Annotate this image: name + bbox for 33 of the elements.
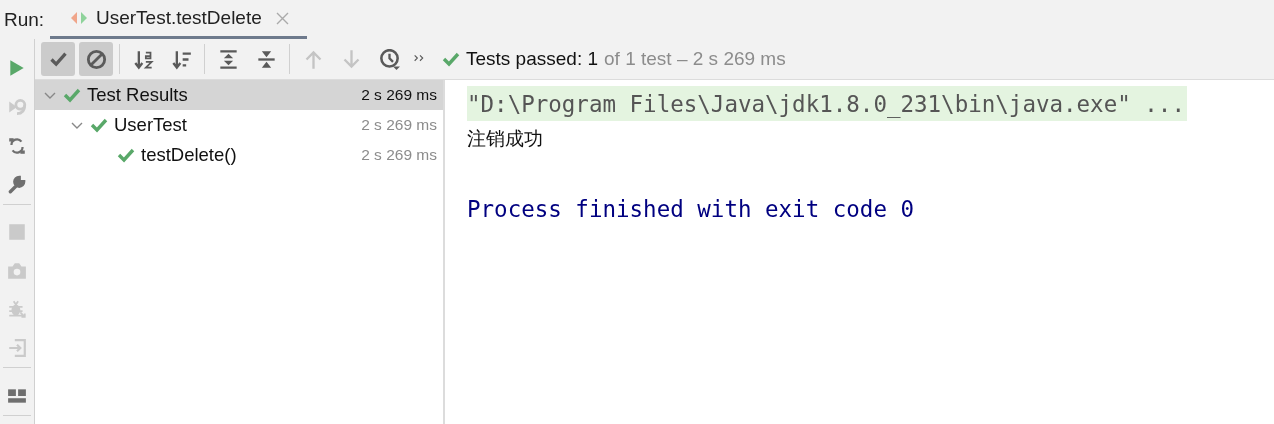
collapse-all-icon	[255, 48, 277, 70]
expand-all-icon	[217, 48, 239, 70]
checkmark-button[interactable]	[41, 42, 75, 76]
test-summary-text: of 1 test – 2 s 269 ms	[604, 48, 786, 70]
stop-icon	[7, 222, 27, 242]
tests-passed-text: Tests passed: 1	[466, 48, 599, 70]
tree-row[interactable]: UserTest 2 s 269 ms	[35, 110, 443, 140]
passed-check-icon	[90, 117, 108, 133]
tree-row[interactable]: Test Results 2 s 269 ms	[35, 80, 443, 110]
camera-icon	[7, 260, 27, 281]
sort-icon	[170, 48, 192, 70]
exit-message: Process finished with exit code 0	[467, 194, 916, 224]
bug-icon	[7, 299, 27, 320]
output-line: 注销成功	[467, 125, 544, 151]
passed-check-icon	[117, 147, 135, 163]
tree-row[interactable]: testDelete() 2 s 269 ms	[35, 140, 443, 170]
run-label: Run:	[3, 7, 46, 32]
rerun-failed-icon	[7, 97, 27, 117]
wrench-icon	[7, 174, 27, 195]
exit-icon	[7, 338, 27, 359]
run-tab[interactable]: UserTest.testDelete	[50, 0, 307, 39]
ban-button[interactable]	[79, 42, 113, 76]
duration-text: 2 s 269 ms	[361, 116, 437, 134]
passed-check-icon	[63, 87, 81, 103]
duration-text: 2 s 269 ms	[361, 86, 437, 104]
ban-icon	[85, 48, 107, 70]
duration-text: 2 s 269 ms	[361, 146, 437, 164]
close-icon[interactable]	[275, 11, 289, 25]
test-config-icon	[70, 11, 88, 25]
passed-check-icon	[442, 51, 460, 67]
sort-alpha-icon	[132, 48, 154, 70]
clock-icon	[378, 48, 400, 70]
rerun-icon	[7, 135, 27, 156]
